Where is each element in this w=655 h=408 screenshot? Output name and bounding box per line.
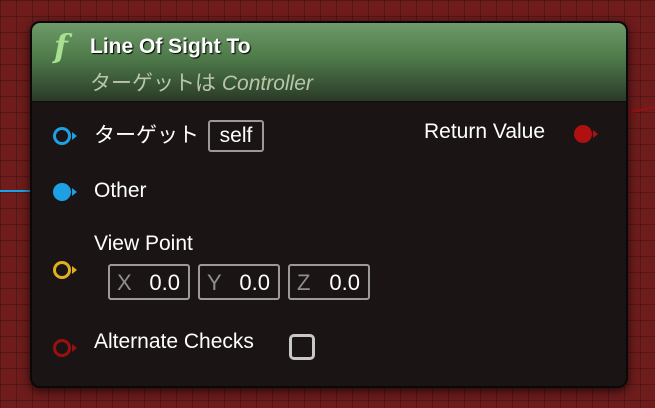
node-subtitle: ターゲットは Controller (90, 67, 313, 97)
subtitle-prefix: ターゲットは (90, 72, 216, 95)
node-title: Line Of Sight To (90, 35, 251, 58)
pin-label-target: ターゲット (94, 124, 199, 147)
view-point-z-field[interactable]: Z 0.0 (288, 264, 370, 300)
function-icon: f (54, 27, 68, 65)
pin-label-return-value: Return Value (424, 120, 546, 143)
object-pin-icon[interactable] (52, 181, 78, 203)
y-axis-label: Y (207, 270, 222, 295)
pin-label-alternate-checks: Alternate Checks (94, 330, 254, 353)
x-axis-label: X (117, 270, 132, 295)
object-pin-icon[interactable] (52, 125, 78, 147)
view-point-x-field[interactable]: X 0.0 (108, 264, 190, 300)
blueprint-node[interactable]: f Line Of Sight To ターゲットは Controller ターゲ… (30, 21, 628, 388)
vector-pin-icon[interactable] (52, 259, 78, 281)
pin-label-view-point: View Point (94, 232, 193, 255)
node-header[interactable]: f Line Of Sight To ターゲットは Controller (32, 23, 626, 102)
z-axis-label: Z (297, 270, 311, 295)
target-default-value[interactable]: self (208, 120, 264, 152)
bool-pin-icon[interactable] (52, 337, 78, 359)
y-value: 0.0 (239, 270, 270, 295)
z-value: 0.0 (329, 270, 360, 295)
bool-pin-icon[interactable] (572, 123, 598, 145)
pin-label-other: Other (94, 179, 147, 202)
x-value: 0.0 (149, 270, 180, 295)
view-point-y-field[interactable]: Y 0.0 (198, 264, 280, 300)
alternate-checks-checkbox[interactable] (289, 334, 315, 360)
subtitle-class: Controller (221, 72, 313, 95)
